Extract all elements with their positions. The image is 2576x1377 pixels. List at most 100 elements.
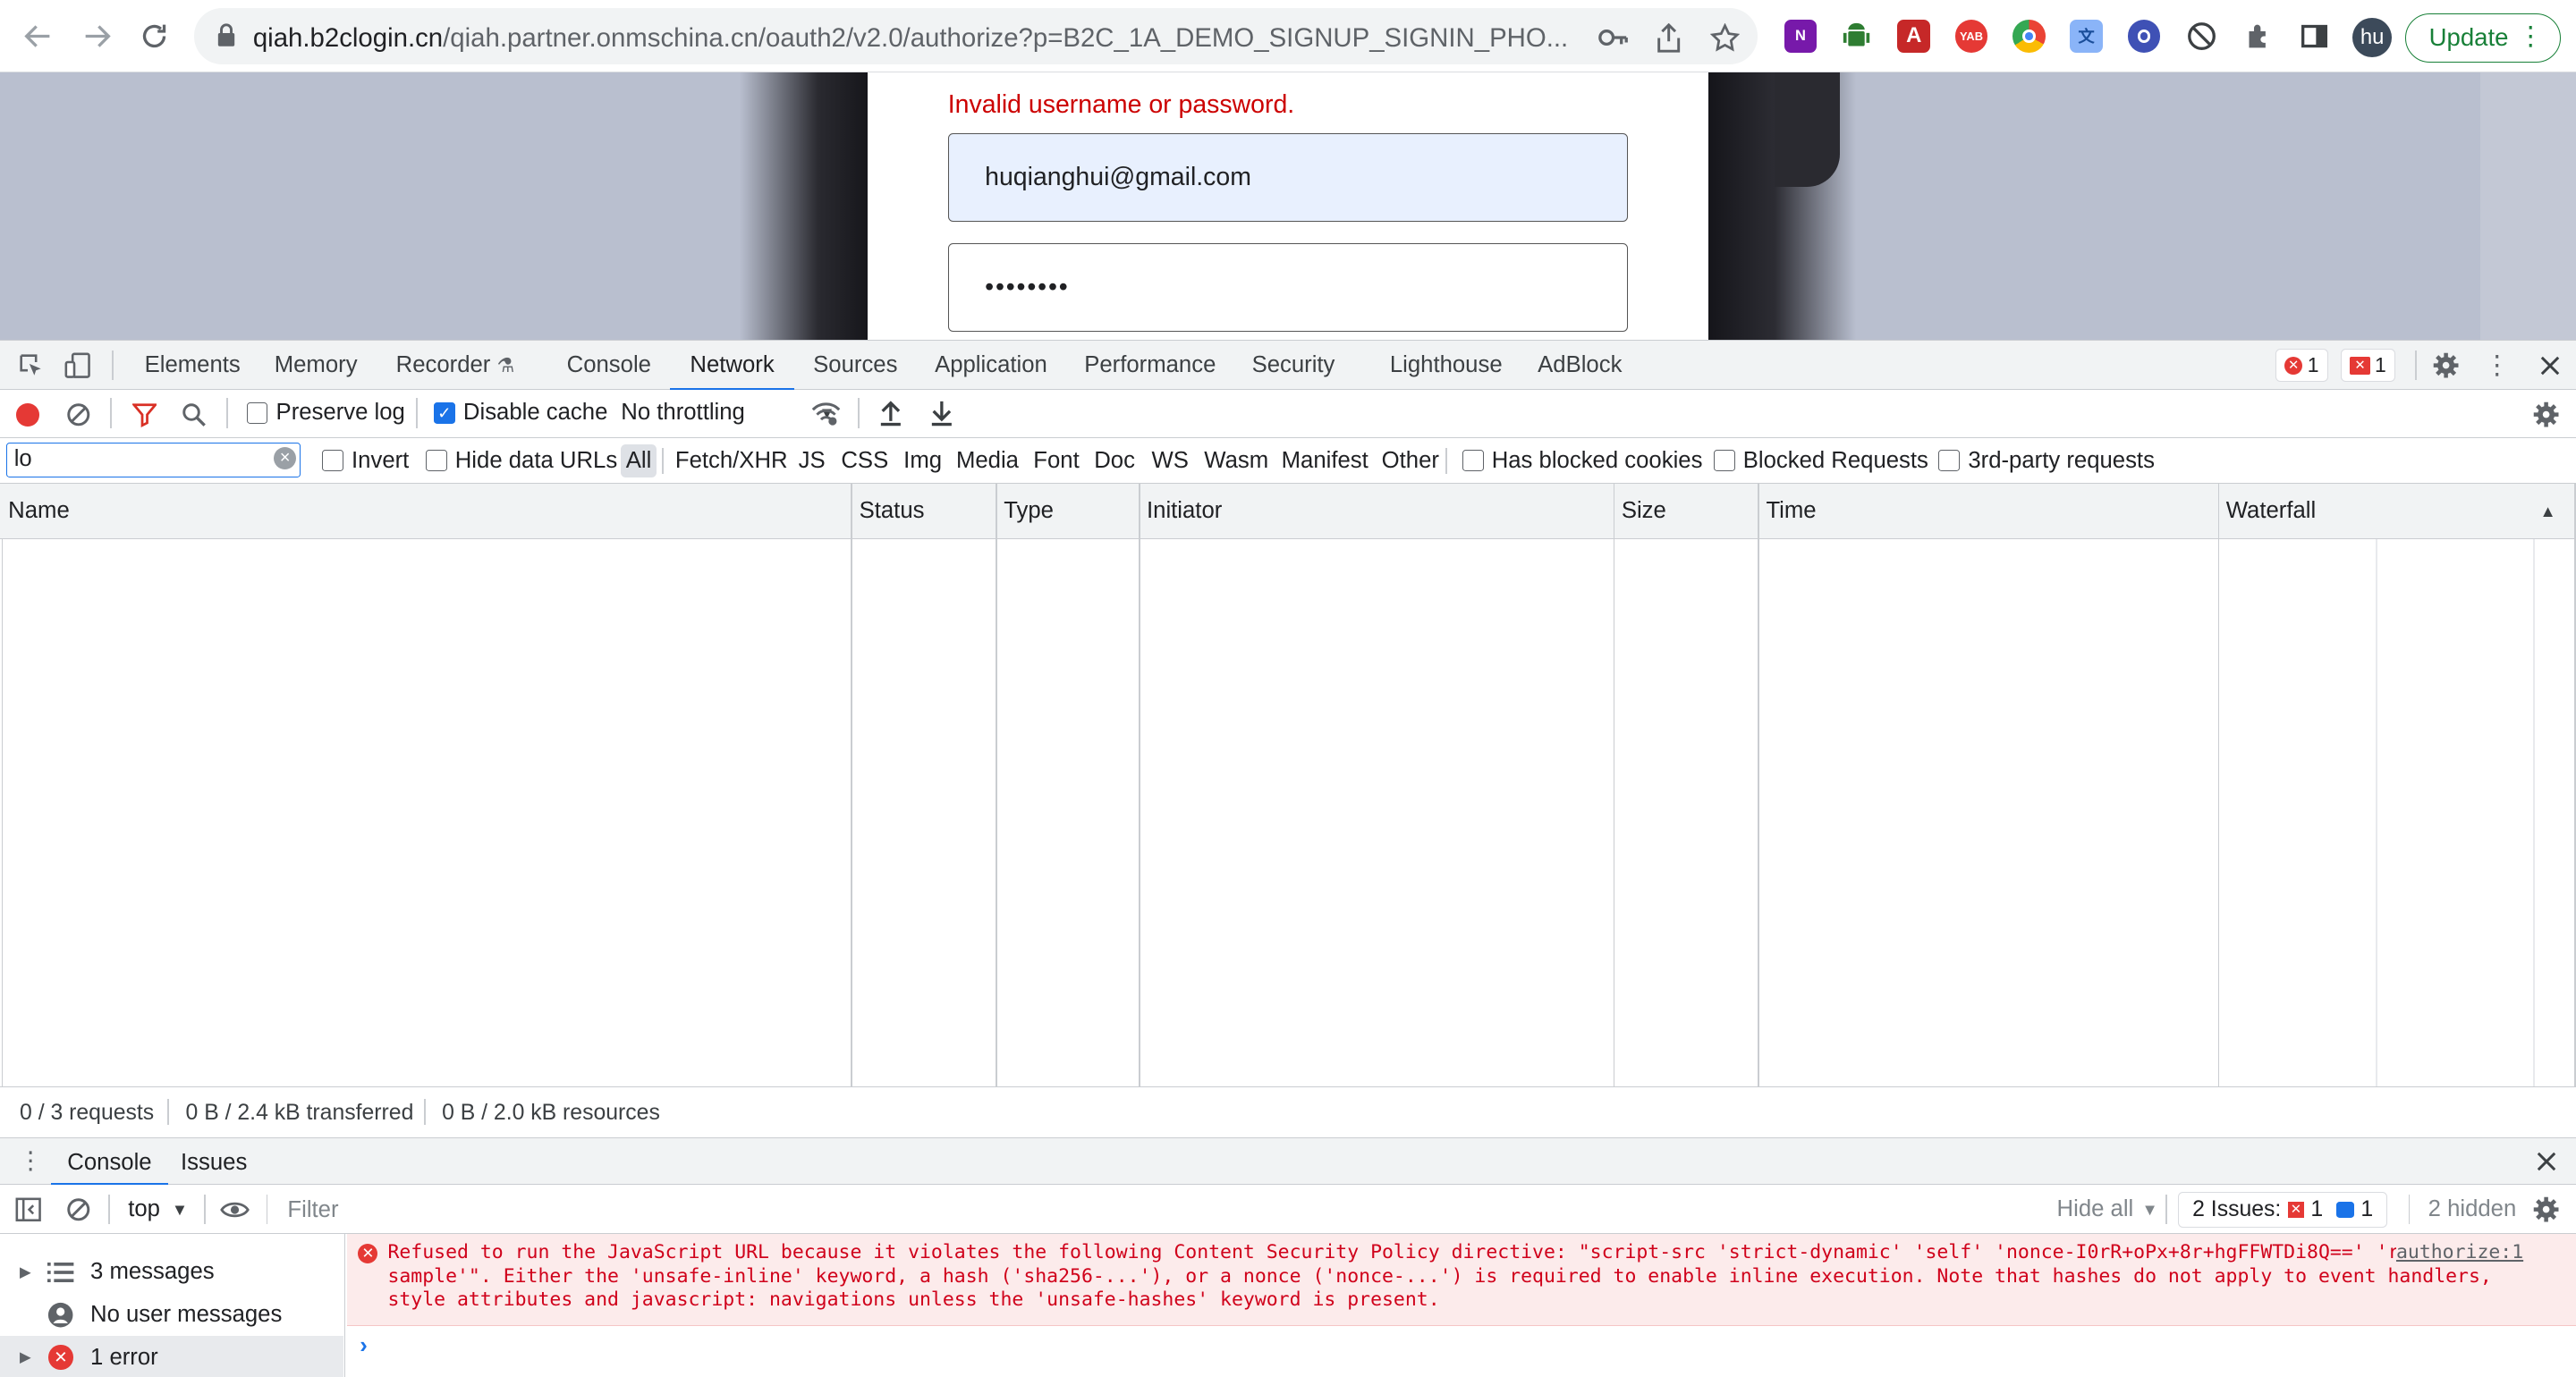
- chrome-extension-icon[interactable]: [2012, 20, 2046, 53]
- extensions-puzzle-icon[interactable]: [2242, 20, 2275, 53]
- compass-extension-icon[interactable]: [2127, 20, 2161, 53]
- sort-ascending-icon[interactable]: ▲: [2540, 502, 2556, 521]
- checkbox-box[interactable]: [425, 450, 447, 471]
- console-filter-input[interactable]: Filter: [279, 1191, 2041, 1228]
- disable-cache-checkbox[interactable]: ✓ Disable cache: [433, 400, 607, 426]
- column-status[interactable]: Status: [860, 498, 925, 524]
- url-text[interactable]: qiah.b2clogin.cn/qiah.partner.onmschina.…: [253, 23, 1600, 54]
- type-filter-manifest[interactable]: Manifest: [1282, 448, 1368, 474]
- checkbox-box[interactable]: [321, 450, 343, 471]
- live-expression-eye-icon[interactable]: [218, 1196, 251, 1222]
- sidebar-item-user-messages[interactable]: No user messages: [0, 1293, 343, 1336]
- clear-console-icon[interactable]: [65, 1196, 91, 1222]
- type-filter-other[interactable]: Other: [1382, 448, 1439, 474]
- tab-security[interactable]: Security: [1252, 352, 1335, 378]
- checkbox-checked[interactable]: ✓: [433, 401, 455, 424]
- address-bar[interactable]: qiah.b2clogin.cn/qiah.partner.onmschina.…: [193, 8, 1758, 64]
- console-settings-gear-icon[interactable]: [2531, 1195, 2561, 1224]
- device-toolbar-icon[interactable]: [63, 351, 92, 380]
- import-har-icon[interactable]: [877, 400, 903, 427]
- show-sidebar-icon[interactable]: [15, 1196, 43, 1222]
- search-icon[interactable]: [181, 401, 207, 427]
- type-filter-img[interactable]: Img: [903, 448, 942, 474]
- column-initiator[interactable]: Initiator: [1147, 498, 1222, 524]
- record-icon[interactable]: [15, 401, 41, 427]
- filter-funnel-icon[interactable]: [131, 401, 157, 427]
- acrobat-extension-icon[interactable]: A: [1897, 20, 1931, 53]
- checkbox-box[interactable]: [246, 401, 268, 424]
- type-filter-ws[interactable]: WS: [1152, 448, 1189, 474]
- type-filter-media[interactable]: Media: [956, 448, 1019, 474]
- issues-button[interactable]: 2 Issues: ✕ 1 1: [2178, 1191, 2387, 1228]
- column-waterfall[interactable]: Waterfall: [2226, 498, 2316, 524]
- back-arrow-icon[interactable]: [20, 18, 55, 54]
- console-prompt-icon[interactable]: ›: [360, 1333, 368, 1359]
- column-size[interactable]: Size: [1622, 498, 1666, 524]
- tab-adblock[interactable]: AdBlock: [1538, 352, 1622, 378]
- checkbox-box[interactable]: [1713, 450, 1735, 471]
- password-field[interactable]: ••••••••: [947, 242, 1629, 332]
- type-filter-css[interactable]: CSS: [841, 448, 888, 474]
- throttling-select[interactable]: No throttling ▼: [621, 400, 835, 426]
- lock-icon[interactable]: [216, 23, 236, 55]
- type-filter-all[interactable]: All: [621, 444, 657, 477]
- type-filter-doc[interactable]: Doc: [1094, 448, 1135, 474]
- drawer-tab-issues[interactable]: Issues: [181, 1150, 247, 1176]
- preserve-log-checkbox[interactable]: Preserve log: [246, 400, 405, 426]
- tab-memory[interactable]: Memory: [275, 352, 358, 378]
- column-name[interactable]: Name: [8, 498, 70, 524]
- checkbox-box[interactable]: [1938, 450, 1961, 471]
- expand-arrow-icon[interactable]: ▶: [20, 1263, 31, 1281]
- more-vert-icon[interactable]: ⋮: [2518, 21, 2544, 52]
- tab-application[interactable]: Application: [935, 352, 1047, 378]
- translate-extension-icon[interactable]: 文: [2070, 20, 2103, 53]
- context-select[interactable]: top ▼: [128, 1196, 188, 1222]
- key-icon[interactable]: [1597, 21, 1630, 55]
- email-field[interactable]: huqianghui@gmail.com: [947, 132, 1629, 222]
- column-type[interactable]: Type: [1004, 498, 1054, 524]
- bookmark-star-icon[interactable]: [1708, 21, 1741, 55]
- network-conditions-icon[interactable]: [811, 400, 841, 429]
- tab-network[interactable]: Network: [670, 352, 795, 392]
- sidebar-item-messages[interactable]: ▶ 3 messages: [0, 1251, 343, 1294]
- blocker-extension-icon[interactable]: [2185, 20, 2218, 53]
- tab-performance[interactable]: Performance: [1084, 352, 1216, 378]
- blocked-requests-checkbox[interactable]: Blocked Requests: [1713, 448, 1928, 474]
- settings-gear-icon[interactable]: [2431, 351, 2461, 380]
- log-levels-select[interactable]: Hide all ▼: [2057, 1196, 2158, 1222]
- clear-icon[interactable]: [65, 401, 91, 427]
- has-blocked-cookies-checkbox[interactable]: Has blocked cookies: [1462, 448, 1702, 474]
- checkbox-box[interactable]: [1462, 450, 1484, 471]
- type-filter-fetch-xhr[interactable]: Fetch/XHR: [675, 448, 788, 474]
- tab-lighthouse[interactable]: Lighthouse: [1390, 352, 1503, 378]
- expand-arrow-icon[interactable]: ▶: [20, 1348, 31, 1366]
- tab-elements[interactable]: Elements: [145, 352, 241, 378]
- console-error-message[interactable]: ✕ Refused to run the JavaScript URL beca…: [346, 1234, 2576, 1327]
- side-panel-icon[interactable]: [2299, 20, 2332, 53]
- tab-recorder[interactable]: Recorder ⚗: [396, 352, 515, 378]
- hide-data-urls-checkbox[interactable]: Hide data URLs: [425, 448, 617, 474]
- issue-count-badge[interactable]: ✕ 1: [2341, 349, 2395, 383]
- close-drawer-icon[interactable]: [2531, 1146, 2561, 1176]
- inspect-element-icon[interactable]: [16, 351, 46, 380]
- reload-icon[interactable]: [136, 18, 172, 54]
- yab-extension-icon[interactable]: YAB: [1954, 20, 1988, 53]
- more-options-icon[interactable]: ⋮: [2482, 351, 2512, 380]
- type-filter-js[interactable]: JS: [799, 448, 826, 474]
- export-har-icon[interactable]: [928, 400, 954, 427]
- android-extension-icon[interactable]: [1840, 20, 1873, 53]
- close-devtools-icon[interactable]: [2535, 351, 2564, 380]
- console-input[interactable]: [381, 1330, 2549, 1365]
- type-filter-font[interactable]: Font: [1033, 448, 1079, 474]
- forward-arrow-icon[interactable]: [79, 18, 114, 54]
- sidebar-item-errors[interactable]: ▶ ✕ 1 error: [0, 1336, 343, 1377]
- share-icon[interactable]: [1653, 21, 1686, 55]
- invert-checkbox[interactable]: Invert: [321, 448, 409, 474]
- network-settings-gear-icon[interactable]: [2531, 400, 2561, 429]
- update-button[interactable]: Update ⋮: [2404, 13, 2562, 63]
- onenote-extension-icon[interactable]: N: [1784, 20, 1818, 53]
- network-filter-input[interactable]: lo ×: [6, 443, 301, 477]
- error-count-badge[interactable]: ✕ 1: [2275, 349, 2328, 383]
- drawer-tab-console[interactable]: Console: [50, 1150, 169, 1186]
- profile-avatar[interactable]: hu: [2352, 18, 2393, 58]
